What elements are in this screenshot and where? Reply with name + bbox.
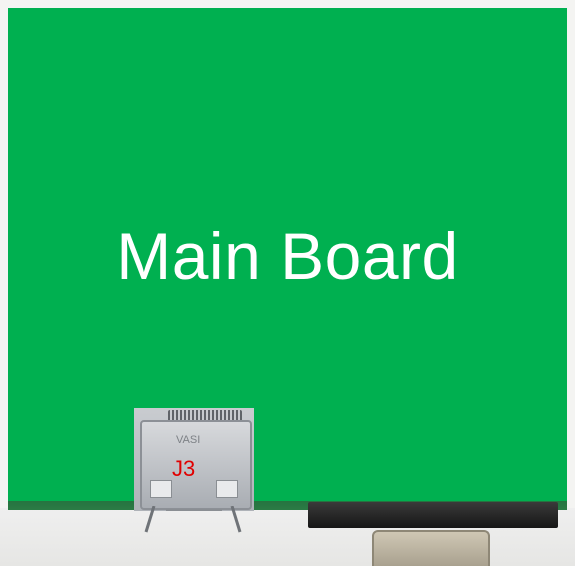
hdmi-tab-right	[216, 480, 238, 498]
board-photo: Main Board VASI J3	[0, 0, 575, 566]
main-board-label: Main Board	[116, 219, 459, 293]
connector-marking: VASI	[176, 434, 201, 446]
hdmi-legs	[144, 506, 242, 533]
hdmi-tab-left	[150, 480, 172, 498]
connector-id-label: J3	[172, 456, 196, 481]
vga-port	[372, 530, 490, 566]
vga-connector-icon	[308, 502, 558, 528]
